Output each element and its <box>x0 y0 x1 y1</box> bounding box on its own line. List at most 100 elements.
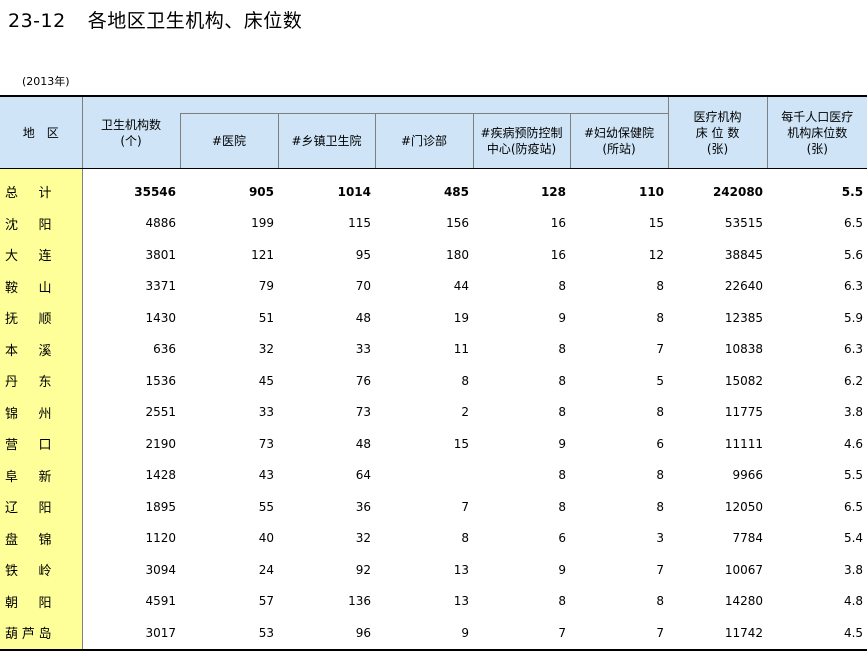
mch-cell: 7 <box>656 342 665 357</box>
mch-cell: 6 <box>656 436 665 451</box>
mch-cell: 110 <box>638 184 665 199</box>
region-cell: 锦州 <box>0 396 83 428</box>
header-beds: 医疗机构 床 位 数 (张) <box>667 95 768 169</box>
cdc-cell: 8 <box>558 405 566 420</box>
institutions-cell: 1536 <box>145 373 176 388</box>
header-institutions: 卫生机构数 (个) <box>81 95 180 169</box>
clinics-cell: 15 <box>453 436 469 451</box>
header-township: #乡镇卫生院 <box>277 113 375 169</box>
cdc-cell: 9 <box>558 436 566 451</box>
hospitals-cell: 905 <box>248 184 274 199</box>
header-per1000-line2: 机构床位数 <box>787 125 848 140</box>
table-row: 鞍山 3371 79 70 44 8 8 22640 6.3 <box>0 270 867 302</box>
township-cell: 73 <box>355 405 371 420</box>
header-mch-line1: #妇幼保健院 <box>583 126 655 140</box>
per1000-cell: 3.8 <box>843 405 864 420</box>
beds-cell: 11775 <box>724 405 764 420</box>
mch-cell: 12 <box>648 247 665 262</box>
clinics-cell: 11 <box>453 342 469 357</box>
per1000-cell: 6.5 <box>843 216 864 231</box>
cdc-cell: 16 <box>550 216 566 231</box>
region-cell: 本溪 <box>0 333 83 365</box>
township-cell: 64 <box>355 468 371 483</box>
per1000-cell: 5.9 <box>843 310 864 325</box>
mch-cell: 15 <box>648 216 665 231</box>
table-row: 营口 2190 73 48 15 9 6 11111 4.6 <box>0 428 867 460</box>
table-row: 铁岭 3094 24 92 13 9 7 10067 3.8 <box>0 554 867 586</box>
township-cell: 70 <box>355 279 371 294</box>
region-cell: 盘锦 <box>0 522 83 554</box>
mch-cell: 8 <box>656 279 665 294</box>
beds-cell: 10838 <box>724 342 764 357</box>
region-cell: 铁岭 <box>0 554 83 586</box>
table-row: 本溪 636 32 33 11 8 7 10838 6.3 <box>0 333 867 365</box>
header-beds-line3: (张) <box>706 141 729 156</box>
cdc-cell: 16 <box>550 247 566 262</box>
clinics-cell: 8 <box>461 531 469 546</box>
per1000-cell: 6.5 <box>843 499 864 514</box>
per1000-cell: 6.2 <box>843 373 864 388</box>
township-cell: 92 <box>355 562 371 577</box>
mch-cell: 5 <box>656 373 665 388</box>
hospitals-cell: 51 <box>258 310 274 325</box>
institutions-cell: 3094 <box>145 562 176 577</box>
per1000-cell: 4.5 <box>767 617 867 651</box>
table-row: 抚顺 1430 51 48 19 9 8 12385 5.9 <box>0 302 867 334</box>
table-row: 沈阳 4886 199 115 156 16 15 53515 6.5 <box>0 207 867 239</box>
per1000-cell: 5.4 <box>843 531 864 546</box>
hospitals-cell: 24 <box>258 562 274 577</box>
region-cell: 营口 <box>0 428 83 460</box>
hospitals-cell: 53 <box>180 617 278 651</box>
township-cell: 95 <box>355 247 371 262</box>
table-row: 盘锦 1120 40 32 8 6 3 7784 5.4 <box>0 522 867 554</box>
beds-cell: 12050 <box>724 499 764 514</box>
statistics-table: 地 区 卫生机构数 (个) 医疗机构 床 位 数 (张) 每千人口医疗 机构床位… <box>0 95 867 651</box>
township-cell: 1014 <box>337 184 371 199</box>
mch-cell: 3 <box>656 531 665 546</box>
table-row: 丹东 1536 45 76 8 8 5 15082 6.2 <box>0 365 867 397</box>
institutions-cell: 1120 <box>145 531 176 546</box>
per1000-cell: 4.8 <box>843 594 864 609</box>
hospitals-cell: 33 <box>258 405 274 420</box>
cdc-cell: 7 <box>473 617 570 651</box>
hospitals-cell: 45 <box>258 373 274 388</box>
hospitals-cell: 73 <box>258 436 274 451</box>
per1000-cell: 5.5 <box>843 468 864 483</box>
institutions-cell: 2551 <box>145 405 176 420</box>
mch-cell: 7 <box>570 617 669 651</box>
beds-cell: 53515 <box>724 216 764 231</box>
region-cell: 辽阳 <box>0 491 83 523</box>
institutions-cell: 1895 <box>145 499 176 514</box>
per1000-cell: 5.6 <box>843 247 864 262</box>
header-beds-line2: 床 位 数 <box>695 125 740 140</box>
region-cell: 大连 <box>0 239 83 271</box>
mch-cell: 8 <box>656 468 665 483</box>
table-row: 锦州 2551 33 73 2 8 8 11775 3.8 <box>0 396 867 428</box>
header-institutions-label: 卫生机构数 <box>100 117 161 132</box>
header-hospitals: #医院 <box>179 113 278 169</box>
cdc-cell: 6 <box>558 531 566 546</box>
clinics-cell: 7 <box>461 499 469 514</box>
year-note: (2013年) <box>22 75 70 88</box>
spacer-region-cell <box>0 168 83 176</box>
region-cell: 抚顺 <box>0 302 83 334</box>
beds-cell: 12385 <box>724 310 764 325</box>
institutions-cell: 636 <box>153 342 176 357</box>
cdc-cell: 8 <box>558 468 566 483</box>
table-header: 地 区 卫生机构数 (个) 医疗机构 床 位 数 (张) 每千人口医疗 机构床位… <box>0 95 867 169</box>
beds-cell: 242080 <box>712 184 764 199</box>
table-row: 阜新 1428 43 64 8 8 9966 5.5 <box>0 459 867 491</box>
hospitals-cell: 57 <box>258 594 274 609</box>
institutions-cell: 4886 <box>145 216 176 231</box>
cdc-cell: 8 <box>558 373 566 388</box>
institutions-cell: 3017 <box>82 617 180 651</box>
table-row: 总计 35546 905 1014 485 128 110 242080 5.5 <box>0 176 867 208</box>
table-title: 各地区卫生机构、床位数 <box>87 10 303 32</box>
clinics-cell: 9 <box>375 617 473 651</box>
hospitals-cell: 121 <box>251 247 274 262</box>
table-spacer-row <box>0 168 867 176</box>
table-row: 朝阳 4591 57 136 13 8 8 14280 4.8 <box>0 585 867 617</box>
cdc-cell: 8 <box>558 594 566 609</box>
beds-cell: 9966 <box>732 468 764 483</box>
region-cell: 丹东 <box>0 365 83 397</box>
